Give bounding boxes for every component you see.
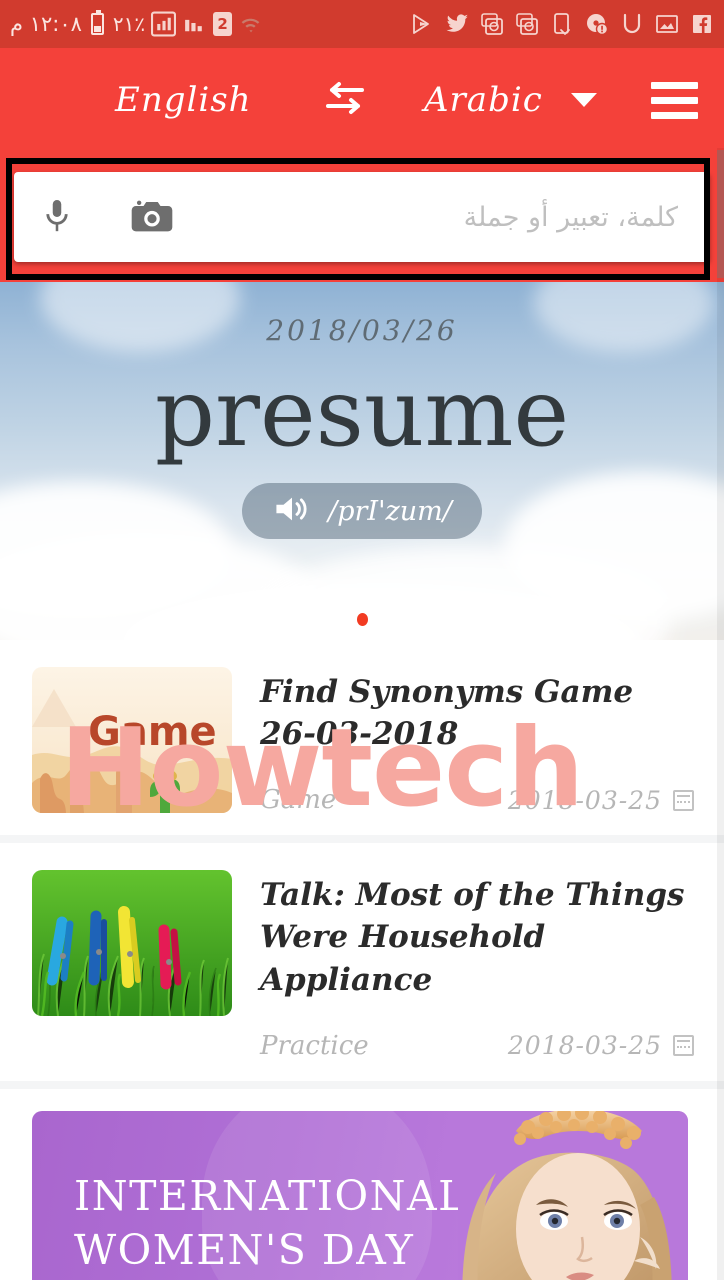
calendar-icon xyxy=(673,1035,694,1057)
calendar-icon xyxy=(673,789,694,811)
content-list: Game Find Synonyms Game 26-03-2018 Game … xyxy=(0,640,724,1280)
banner-line-1: INTERNATIONAL xyxy=(74,1171,467,1220)
list-item-title: Find Synonyms Game 26-03-2018 xyxy=(260,674,634,753)
email-icon xyxy=(480,12,504,36)
desert-game-thumbnail: Game xyxy=(32,667,232,813)
wifi-icon xyxy=(238,11,263,37)
pronunciation-text: /prI'zum/ xyxy=(328,495,452,527)
email-alt-icon xyxy=(515,12,539,36)
microphone-icon[interactable] xyxy=(40,195,74,239)
disc-alert-icon xyxy=(585,12,609,36)
swap-arrows-icon[interactable] xyxy=(322,81,368,119)
list-item-date: 2018-03-25 xyxy=(508,786,694,815)
list-item[interactable]: Talk: Most of the Things Were Household … xyxy=(0,843,724,1081)
list-item-title: Talk: Most of the Things Were Household … xyxy=(260,877,685,998)
battery-icon xyxy=(90,10,104,35)
signal-bars-2-icon xyxy=(182,11,207,37)
list-item-body: Find Synonyms Game 26-03-2018 Game 2018-… xyxy=(260,667,694,815)
word-of-the-day-word: presume xyxy=(154,359,570,468)
play-store-icon xyxy=(410,12,434,36)
list-item-date-text: 2018-03-25 xyxy=(507,785,662,815)
signal-bars-icon xyxy=(151,11,177,37)
hamburger-bar xyxy=(651,81,698,89)
search-input[interactable]: كلمة، تعبير أو جملة xyxy=(464,202,684,233)
hamburger-bar xyxy=(651,111,698,119)
svg-text:Game: Game xyxy=(88,709,217,755)
womens-day-banner[interactable]: INTERNATIONAL WOMEN'S DAY xyxy=(32,1110,688,1280)
image-icon xyxy=(655,12,679,36)
sim-card-icon: 2 xyxy=(213,12,233,36)
list-item-category: Practice xyxy=(260,1030,369,1061)
hamburger-menu-icon[interactable] xyxy=(651,81,698,119)
search-bar[interactable]: كلمة، تعبير أو جملة xyxy=(14,172,710,262)
status-bar-notifications xyxy=(410,12,714,36)
speaker-icon xyxy=(272,492,312,530)
word-of-the-day-card[interactable]: 2018/03/26 presume /prI'zum/ xyxy=(0,282,724,640)
carousel-page-indicator[interactable] xyxy=(0,613,724,626)
source-language-button[interactable]: English xyxy=(115,80,252,120)
status-bar: ١٢:٠٨ م ٪٢١ 2 xyxy=(0,0,724,48)
list-item[interactable]: Game Find Synonyms Game 26-03-2018 Game … xyxy=(0,640,724,836)
chevron-down-icon[interactable] xyxy=(570,93,597,107)
banner-line-2: WOMEN'S DAY xyxy=(74,1225,415,1274)
target-language-label: Arabic xyxy=(424,80,543,120)
list-item-banner[interactable]: INTERNATIONAL WOMEN'S DAY xyxy=(0,1088,724,1280)
u-icon xyxy=(620,12,644,36)
list-item-date-text: 2018-03-25 xyxy=(507,1031,662,1061)
scrollbar-track[interactable] xyxy=(717,148,724,1280)
banner-text: INTERNATIONAL WOMEN'S DAY xyxy=(74,1169,467,1277)
twitter-icon xyxy=(445,12,469,36)
list-item-meta: Game 2018-03-25 xyxy=(260,785,694,815)
language-header: English Arabic xyxy=(0,48,724,152)
hamburger-bar xyxy=(651,96,698,104)
list-item-body: Talk: Most of the Things Were Household … xyxy=(260,870,694,1061)
page-dot-active[interactable] xyxy=(356,613,368,626)
target-language-selector[interactable]: Arabic xyxy=(424,80,597,120)
phone-download-icon xyxy=(550,12,574,36)
search-section: كلمة، تعبير أو جملة xyxy=(0,152,724,282)
list-item-date: 2018-03-25 xyxy=(508,1031,694,1060)
list-item-meta: Practice 2018-03-25 xyxy=(260,1031,694,1061)
camera-icon[interactable] xyxy=(130,199,174,235)
scrollbar-thumb[interactable] xyxy=(717,150,724,278)
app-screen: ١٢:٠٨ م ٪٢١ 2 English Arabic كلمة، تعبير… xyxy=(0,0,724,1280)
word-of-the-day-date: 2018/03/26 xyxy=(266,314,458,347)
woman-with-crown-image xyxy=(458,1110,688,1280)
pronunciation-button[interactable]: /prI'zum/ xyxy=(242,483,482,539)
status-time: ١٢:٠٨ م xyxy=(10,12,82,36)
list-item-category: Game xyxy=(260,785,337,816)
status-bar-left: ١٢:٠٨ م ٪٢١ 2 xyxy=(10,10,263,37)
facebook-icon xyxy=(690,12,714,36)
status-battery-percent: ٪٢١ xyxy=(112,12,146,36)
clothespins-grass-thumbnail xyxy=(32,870,232,1017)
